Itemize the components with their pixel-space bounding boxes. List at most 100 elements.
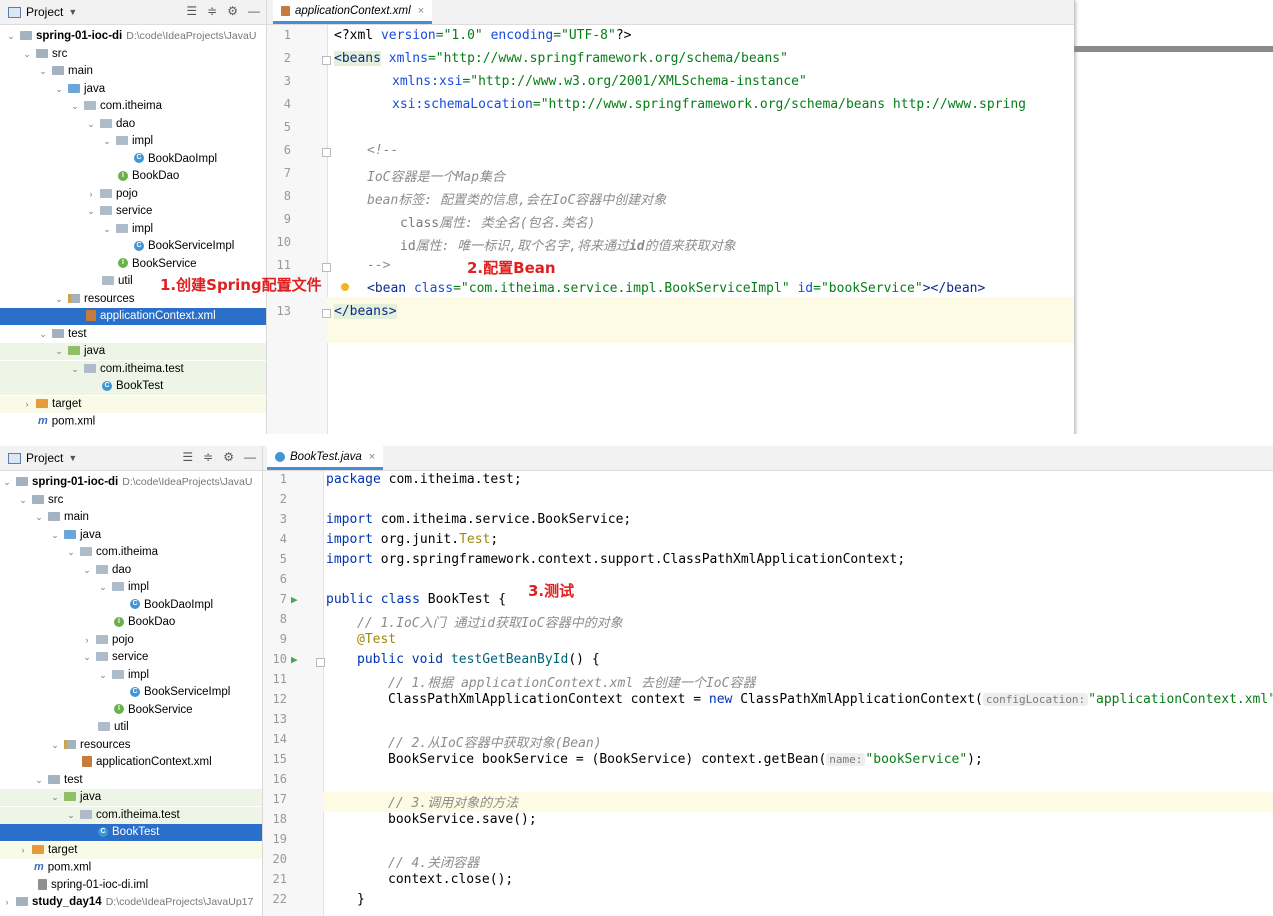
tree-item-pojo[interactable]: › pojo [0,186,266,203]
tree-item-dao-impl[interactable]: ⌄ impl [0,133,266,150]
chevron-down-icon[interactable]: ⌄ [18,492,28,509]
tree-item-booktest[interactable]: C BookTest [0,824,262,842]
tree-item-target[interactable]: › target [0,395,266,413]
collapse-all-icon[interactable]: ≑ [203,450,213,464]
chevron-down-icon[interactable]: ⌄ [34,772,44,789]
fold-icon[interactable] [322,56,331,65]
tree-item-main[interactable]: ⌄ main [0,63,266,80]
minimize-icon[interactable]: — [244,450,256,464]
tree-item-iml[interactable]: spring-01-ioc-di.iml [0,877,262,894]
run-test-icon[interactable]: ▶ [291,653,298,666]
chevron-down-icon[interactable]: ⌄ [38,63,48,80]
tree-item-service-impl[interactable]: ⌄ impl [0,221,266,238]
chevron-down-icon[interactable]: ⌄ [70,98,80,115]
tree-item-dao[interactable]: ⌄ dao [0,562,262,579]
chevron-down-icon[interactable]: ⌄ [50,789,60,806]
chevron-down-icon[interactable]: ⌄ [50,527,60,544]
tab-applicationcontext-xml[interactable]: applicationContext.xml × [273,0,433,24]
chevron-down-icon[interactable]: ⌄ [34,509,44,526]
tree-item-java[interactable]: ⌄ java [0,81,266,98]
close-tab-icon[interactable]: × [418,5,424,17]
gear-icon[interactable]: ⚙ [223,450,234,464]
tree-item-booktest[interactable]: C BookTest [0,378,266,396]
chevron-right-icon[interactable]: › [86,186,96,203]
tree-item-test-java[interactable]: ⌄ java [0,343,266,361]
collapse-all-icon[interactable]: ≑ [207,4,217,18]
chevron-down-icon[interactable]: ⌄ [102,221,112,238]
tree-item-bookdao[interactable]: I BookDao [0,168,266,185]
tree-item-project[interactable]: ⌄ spring-01-ioc-di D:\code\IdeaProjects\Ja… [0,28,266,45]
tab-booktest-java[interactable]: BookTest.java × [267,446,384,470]
chevron-right-icon[interactable]: › [2,894,12,911]
chevron-down-icon[interactable]: ⌄ [66,544,76,561]
tree-item-util[interactable]: util [0,719,262,736]
chevron-down-icon[interactable]: ⌄ [98,579,108,596]
tree-item-service-impl[interactable]: ⌄ impl [0,667,262,684]
tree-item-applicationcontext[interactable]: applicationContext.xml [0,754,262,771]
chevron-down-icon[interactable]: ⌄ [2,474,12,491]
gear-icon[interactable]: ⚙ [227,4,238,18]
tree-item-study-day14[interactable]: › study_day14 D:\code\IdeaProjects\JavaUp1… [0,894,262,911]
tree-item-bookdaoimpl[interactable]: C BookDaoImpl [0,597,262,614]
tree-item-bookserviceimpl[interactable]: C BookServiceImpl [0,238,266,255]
chevron-down-icon[interactable]: ⌄ [66,807,76,824]
chevron-down-icon[interactable]: ⌄ [102,133,112,150]
chevron-right-icon[interactable]: › [22,396,32,413]
minimize-icon[interactable]: — [248,4,260,18]
tree-item-resources[interactable]: ⌄ resources [0,737,262,754]
chevron-right-icon[interactable]: › [18,842,28,859]
tree-item-pojo[interactable]: › pojo [0,632,262,649]
chevron-down-icon[interactable]: ⌄ [6,28,16,45]
fold-icon[interactable] [322,148,331,157]
lightbulb-icon[interactable] [341,283,349,291]
chevron-down-icon[interactable]: ⌄ [22,46,32,63]
tree-item-dao[interactable]: ⌄ dao [0,116,266,133]
project-view-selector[interactable]: Project ▼ [8,5,77,19]
chevron-down-icon[interactable]: ⌄ [98,667,108,684]
tree-item-pom[interactable]: m pom.xml [0,859,262,876]
tree-item-src[interactable]: ⌄ src [0,46,266,63]
tree-item-package[interactable]: ⌄ com.itheima [0,544,262,561]
expand-all-icon[interactable]: ☰ [182,450,193,464]
fold-icon[interactable] [322,263,331,272]
tree-item-java[interactable]: ⌄ java [0,527,262,544]
tree-item-package[interactable]: ⌄ com.itheima [0,98,266,115]
tree-item-bookservice[interactable]: I BookService [0,702,262,719]
chevron-down-icon[interactable]: ⌄ [70,361,80,378]
tree-item-src[interactable]: ⌄ src [0,492,262,509]
xml-code-area[interactable]: 1 2 3 4 5 6 7 8 9 10 11 12 13 <?xml vers… [267,25,1074,434]
fold-icon[interactable] [316,658,325,667]
tree-item-project[interactable]: ⌄ spring-01-ioc-di D:\code\IdeaProjects\Ja… [0,474,262,491]
tree-item-service[interactable]: ⌄ service [0,649,262,666]
tree-item-test-java[interactable]: ⌄ java [0,789,262,807]
run-test-icon[interactable]: ▶ [291,593,298,606]
tree-item-test-package[interactable]: ⌄ com.itheima.test [0,360,266,378]
chevron-down-icon[interactable]: ⌄ [86,116,96,133]
tree-item-bookservice[interactable]: I BookService [0,256,266,273]
tree-item-test[interactable]: ⌄ test [0,326,266,343]
chevron-down-icon[interactable]: ⌄ [54,291,64,308]
tree-item-service[interactable]: ⌄ service [0,203,266,220]
close-tab-icon[interactable]: × [369,451,375,463]
project-view-selector[interactable]: Project ▼ [8,451,77,465]
tree-item-bookserviceimpl[interactable]: C BookServiceImpl [0,684,262,701]
chevron-down-icon[interactable]: ⌄ [82,562,92,579]
java-code-area[interactable]: 1 2 3 4 5 6 7 8 9 10 11 12 13 14 15 16 1… [263,471,1273,916]
fold-icon[interactable] [322,309,331,318]
tree-item-bookdao[interactable]: I BookDao [0,614,262,631]
chevron-down-icon[interactable]: ⌄ [54,343,64,360]
tree-item-bookdaoimpl[interactable]: C BookDaoImpl [0,151,266,168]
chevron-down-icon[interactable]: ⌄ [54,81,64,98]
tree-item-main[interactable]: ⌄ main [0,509,262,526]
chevron-down-icon[interactable]: ⌄ [82,649,92,666]
tree-item-target[interactable]: › target [0,841,262,859]
tree-item-test-package[interactable]: ⌄ com.itheima.test [0,806,262,824]
chevron-down-icon[interactable]: ⌄ [38,326,48,343]
tree-item-pom[interactable]: m pom.xml [0,413,266,430]
chevron-down-icon[interactable]: ⌄ [86,203,96,220]
chevron-down-icon[interactable]: ⌄ [50,737,60,754]
chevron-right-icon[interactable]: › [82,632,92,649]
tree-item-test[interactable]: ⌄ test [0,772,262,789]
expand-all-icon[interactable]: ☰ [186,4,197,18]
tree-item-dao-impl[interactable]: ⌄ impl [0,579,262,596]
